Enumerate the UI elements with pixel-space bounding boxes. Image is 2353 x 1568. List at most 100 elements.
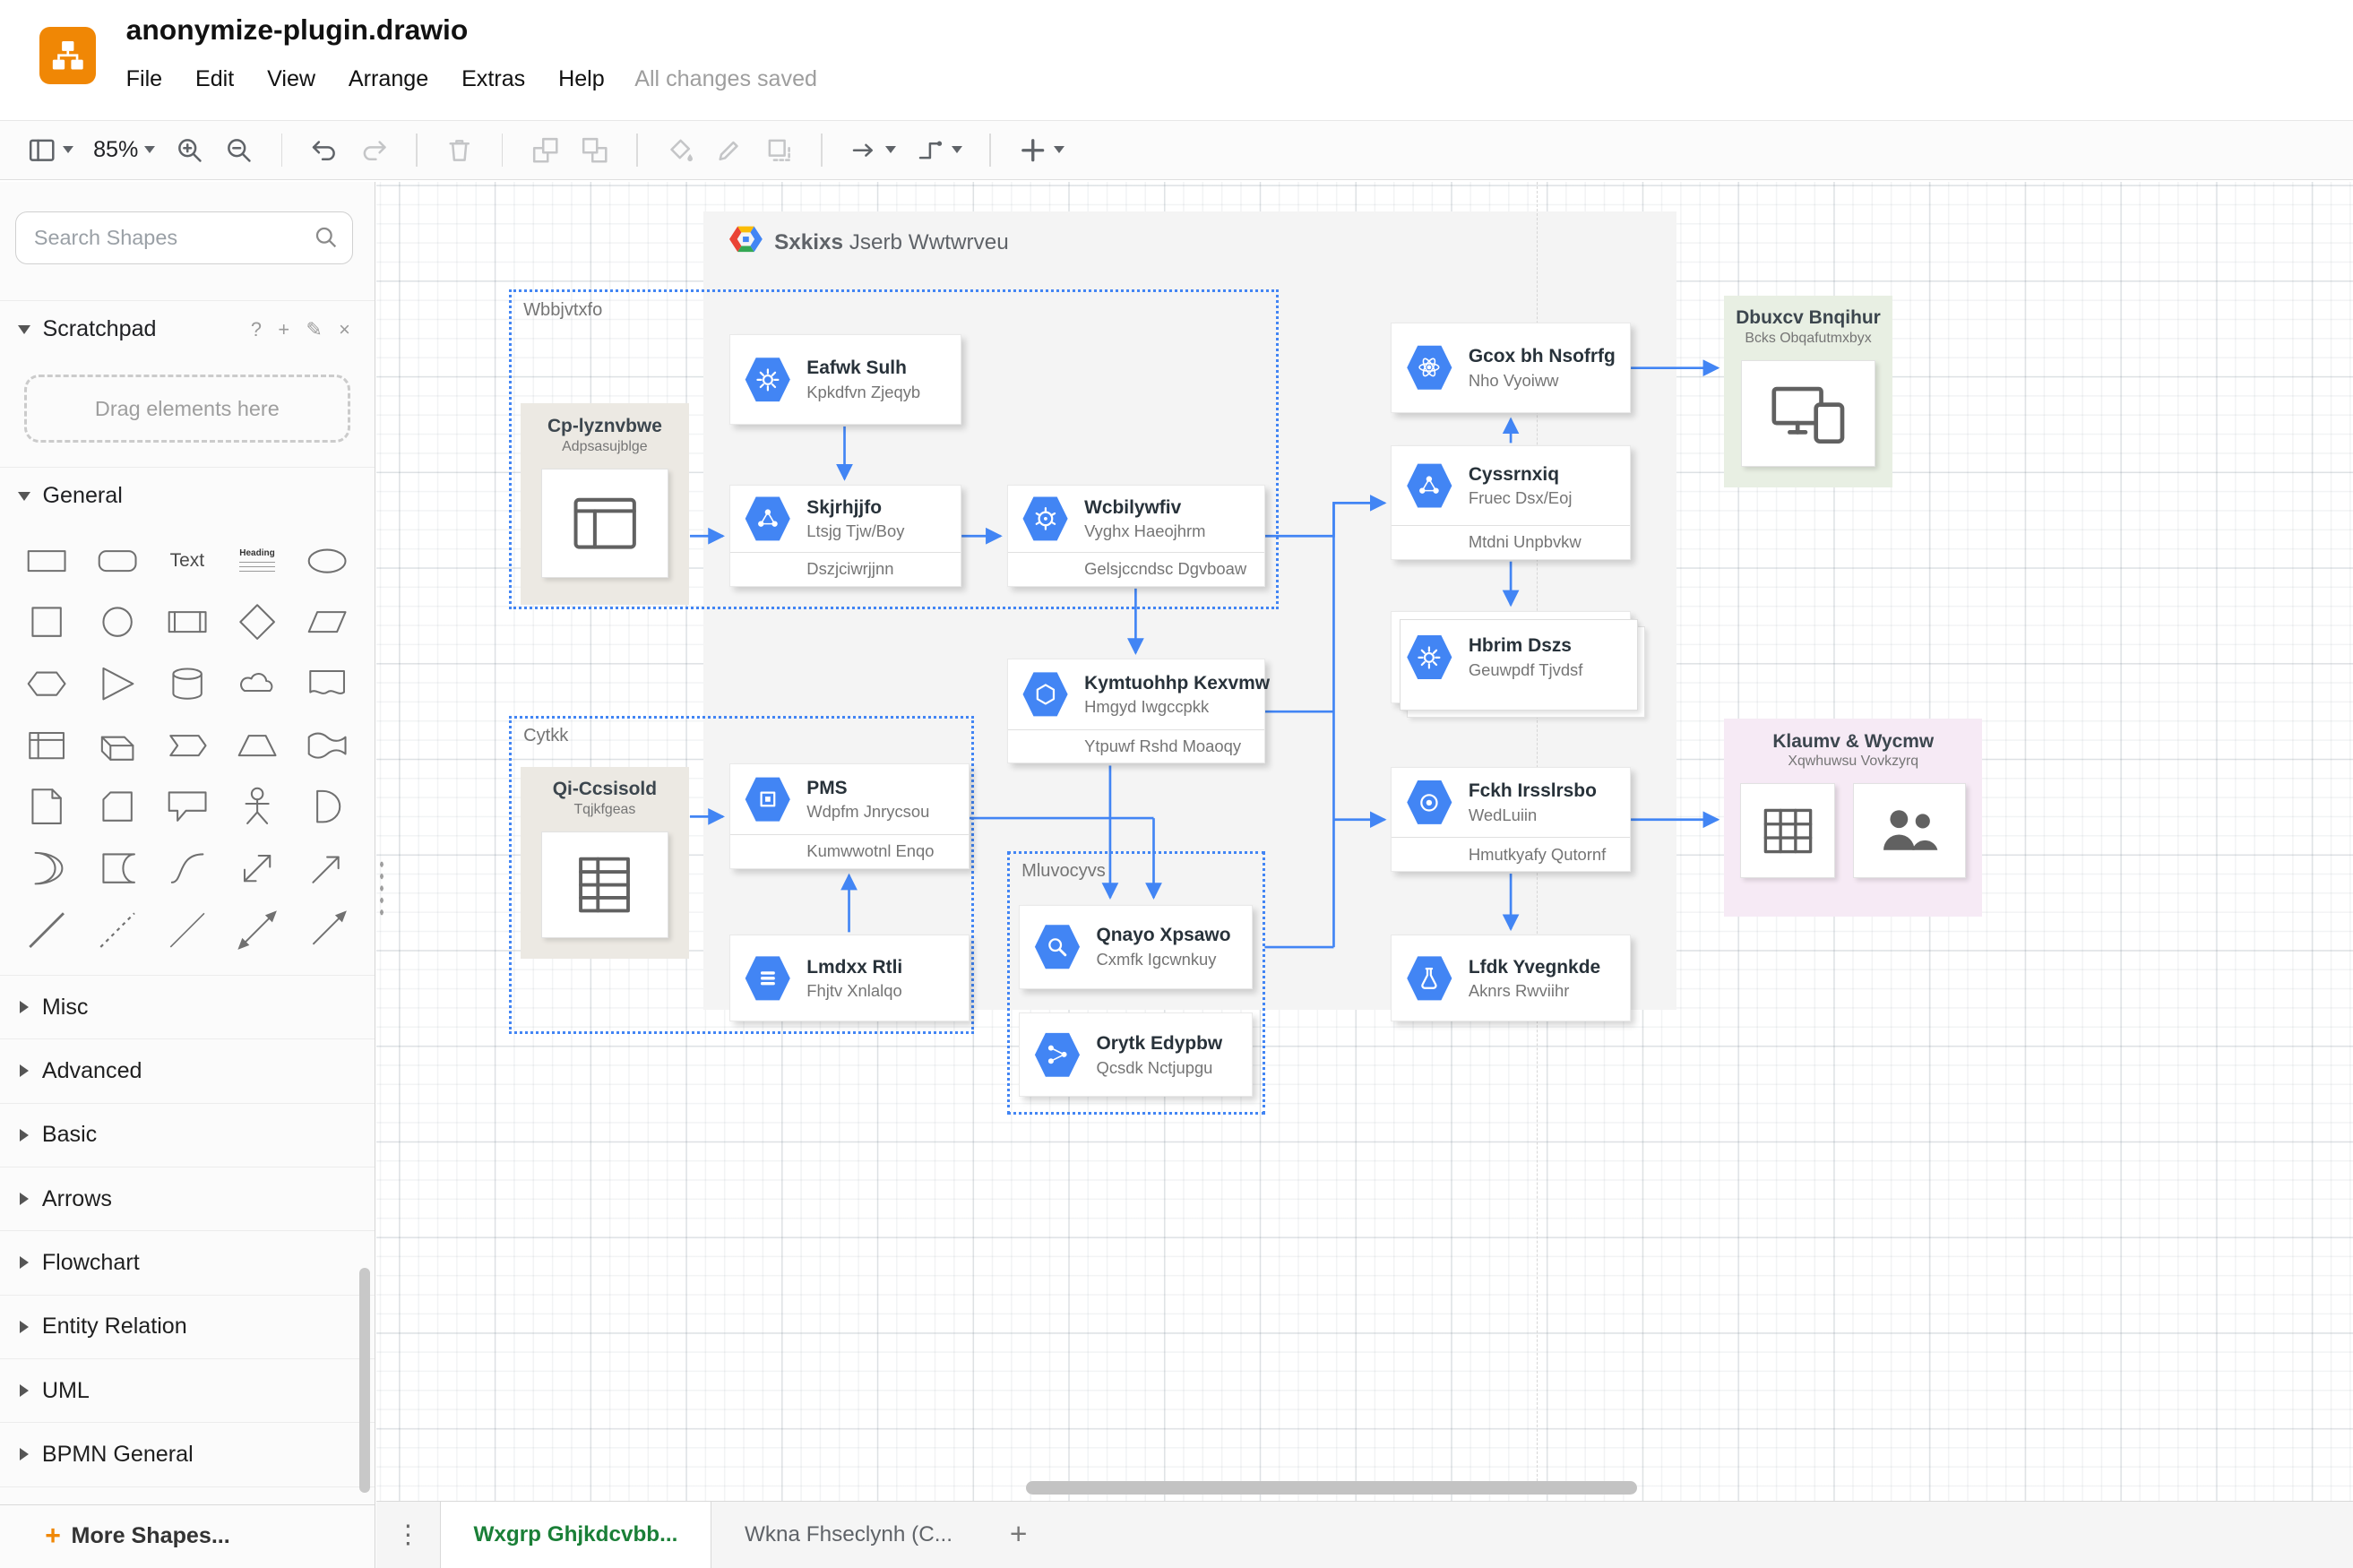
node-subtitle: Wdpfm Jnrycsou: [806, 802, 930, 822]
shape-cube[interactable]: [82, 719, 152, 772]
header: anonymize-plugin.drawio File Edit View Arra…: [0, 0, 2353, 120]
undo-button[interactable]: [309, 135, 339, 165]
section-label: Arrows: [41, 1185, 112, 1211]
menu-edit[interactable]: Edit: [195, 66, 234, 92]
shape-thin-line[interactable]: [152, 903, 222, 957]
sidebar-section-basic[interactable]: Basic: [0, 1102, 375, 1167]
shape-line[interactable]: [12, 903, 82, 957]
shape-diamond[interactable]: [222, 595, 292, 649]
shape-note[interactable]: [12, 780, 82, 833]
shape-ellipse[interactable]: [292, 534, 362, 588]
shape-data-storage[interactable]: [82, 841, 152, 895]
delete-button[interactable]: [444, 135, 474, 165]
menu-help[interactable]: Help: [558, 66, 605, 92]
search-input[interactable]: [14, 211, 354, 264]
shape-step[interactable]: [152, 719, 222, 772]
node-wcbilywfiv[interactable]: Wcbilywfiv Vyghx Haeojhrm Gelsjccndsc Dgvb…: [1006, 484, 1265, 587]
node-skjrhjjfo[interactable]: Skjrhjjfo Ltsjg Tjw/Boy Dszjciwrjjnn: [728, 484, 962, 587]
shape-tape[interactable]: [292, 719, 362, 772]
shape-curve[interactable]: [152, 841, 222, 895]
connection-button[interactable]: [849, 135, 897, 165]
search-row: [14, 211, 354, 264]
node-qnayo[interactable]: Qnayo Xpsawo Cxmfk Igcwnkuy: [1019, 904, 1254, 989]
sidebar-section-arrows[interactable]: Arrows: [0, 1166, 375, 1230]
insert-button[interactable]: [1018, 135, 1065, 165]
shape-and[interactable]: [292, 780, 362, 833]
sidebar-section-bpmn-general[interactable]: BPMN General: [0, 1422, 375, 1487]
shape-trapezoid[interactable]: [222, 719, 292, 772]
shape-rectangle[interactable]: [12, 534, 82, 588]
node-eafwk[interactable]: Eafwk Sulh Kpkdfvn Zjeqyb: [728, 334, 962, 425]
shape-cylinder[interactable]: [152, 657, 222, 711]
zoom-in-button[interactable]: [175, 135, 204, 165]
shape-dotted-line[interactable]: [82, 903, 152, 957]
sidebar-scrollbar[interactable]: [358, 1268, 370, 1494]
shape-arrow[interactable]: [292, 903, 362, 957]
menu-file[interactable]: File: [126, 66, 162, 92]
scratchpad-drop-zone[interactable]: Drag elements here: [23, 374, 350, 444]
shape-cloud[interactable]: [222, 657, 292, 711]
sidebar-section-advanced[interactable]: Advanced: [0, 1038, 375, 1102]
scratchpad-header[interactable]: Scratchpad ? + ✎ ×: [0, 299, 375, 358]
search-icon: [313, 224, 340, 257]
node-lfdk[interactable]: Lfdk Yvegnkde Aknrs Rwviihr: [1391, 935, 1632, 1022]
page-tab-2[interactable]: Wkna Fhseclynh (C...: [711, 1502, 986, 1568]
sidebar-section-misc[interactable]: Misc: [0, 974, 375, 1038]
shape-square[interactable]: [12, 595, 82, 649]
node-pms[interactable]: PMS Wdpfm Jnrycsou Kumwwotnl Enqo: [728, 763, 970, 869]
canvas[interactable]: Sxkixs Jserb Wwtwrveu Wbbjvtxfo Cytkk Mluvoc…: [376, 181, 2353, 1501]
node-fckh[interactable]: Fckh Irsslrsbo WedLuiin Hmutkyafy Qutornf: [1391, 766, 1632, 872]
shape-bidirectional-block-arrow[interactable]: [222, 841, 292, 895]
add-icon[interactable]: +: [278, 318, 289, 341]
line-color-button[interactable]: [714, 135, 744, 165]
shape-circle[interactable]: [82, 595, 152, 649]
save-status[interactable]: All changes saved: [634, 66, 817, 92]
format-panel-button[interactable]: [27, 135, 74, 165]
shape-hexagon[interactable]: [12, 657, 82, 711]
pages-menu-icon[interactable]: ⋮: [376, 1502, 439, 1568]
fill-color-button[interactable]: [665, 135, 694, 165]
general-section-header[interactable]: General: [0, 467, 375, 525]
shape-document[interactable]: [292, 657, 362, 711]
shadow-button[interactable]: [764, 135, 794, 165]
shape-bidirectional-arrow[interactable]: [222, 903, 292, 957]
redo-button[interactable]: [359, 135, 389, 165]
edit-icon[interactable]: ✎: [306, 318, 323, 341]
sidebar-section-entity-relation[interactable]: Entity Relation: [0, 1294, 375, 1358]
zoom-level-button[interactable]: 85%: [93, 137, 156, 163]
waypoints-button[interactable]: [916, 135, 963, 165]
shape-process[interactable]: [152, 595, 222, 649]
node-gcox[interactable]: Gcox bh Nsofrfg Nho Vyoiww: [1391, 323, 1632, 413]
menu-extras[interactable]: Extras: [461, 66, 525, 92]
shape-triangle[interactable]: [82, 657, 152, 711]
to-front-button[interactable]: [530, 135, 560, 165]
page-tab-1[interactable]: Wxgrp Ghjkdcvbb...: [439, 1501, 712, 1568]
node-cyssrnxiq[interactable]: Cyssrnxiq Fruec Dsx/Eoj Mtdni Unpbvkw: [1391, 445, 1632, 560]
shape-actor[interactable]: [222, 780, 292, 833]
menu-arrange[interactable]: Arrange: [349, 66, 428, 92]
shape-parallelogram[interactable]: [292, 595, 362, 649]
shape-or[interactable]: [12, 841, 82, 895]
node-lmdxx[interactable]: Lmdxx Rtli Fhjtv Xnlalqo: [728, 935, 970, 1022]
node-kymtuohhp[interactable]: Kymtuohhp Kexvmw Hmgyd Iwgccpkk Ytpuwf Rsh…: [1006, 659, 1270, 764]
sidebar-resize-handle[interactable]: [378, 857, 386, 922]
menu-view[interactable]: View: [267, 66, 315, 92]
to-back-button[interactable]: [580, 135, 609, 165]
shape-internal-storage[interactable]: [12, 719, 82, 772]
more-shapes-button[interactable]: + More Shapes...: [0, 1503, 375, 1568]
canvas-horizontal-scrollbar[interactable]: [1026, 1480, 1638, 1495]
shape-block-arrow[interactable]: [292, 841, 362, 895]
shape-callout[interactable]: [152, 780, 222, 833]
zoom-out-button[interactable]: [224, 135, 254, 165]
sidebar-section-flowchart[interactable]: Flowchart: [0, 1230, 375, 1294]
shape-heading[interactable]: Heading: [222, 534, 292, 588]
shape-text[interactable]: Text: [152, 534, 222, 588]
help-icon[interactable]: ?: [251, 318, 262, 341]
node-hbrim[interactable]: Hbrim Dszs Geuwpdf Tjvdsf: [1391, 610, 1646, 719]
close-icon[interactable]: ×: [339, 318, 350, 341]
shape-card[interactable]: [82, 780, 152, 833]
sidebar-section-uml[interactable]: UML: [0, 1357, 375, 1422]
node-orytk[interactable]: Orytk Edypbw Qcsdk Nctjupgu: [1019, 1012, 1254, 1098]
shape-rounded-rectangle[interactable]: [82, 534, 152, 588]
add-page-button[interactable]: +: [986, 1502, 1052, 1568]
